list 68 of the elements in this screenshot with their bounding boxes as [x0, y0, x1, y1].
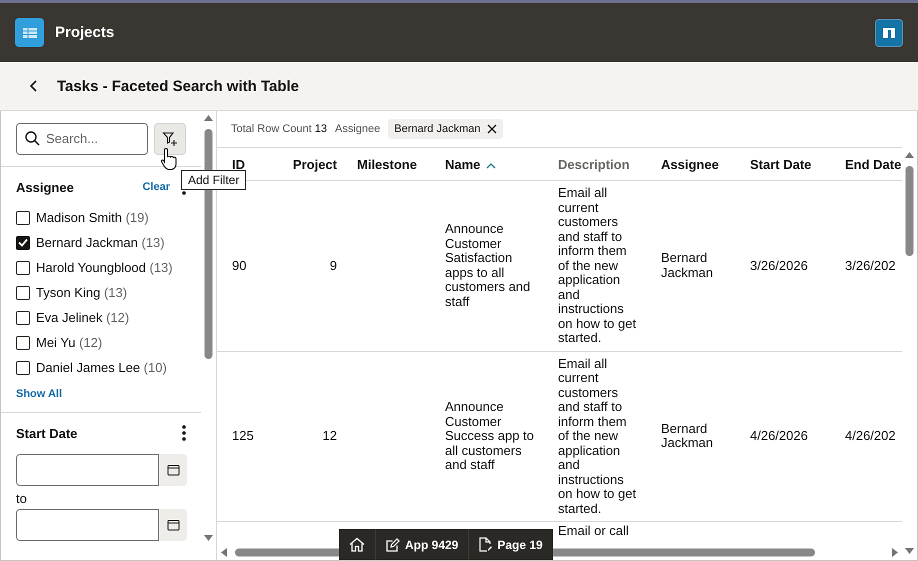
chevron-left-icon[interactable]: [29, 80, 39, 92]
facet-option-label[interactable]: Bernard Jackman (13): [36, 235, 165, 250]
app-logo-icon[interactable]: [15, 18, 44, 47]
checkbox[interactable]: [16, 286, 30, 300]
facet-option-label[interactable]: Madison Smith (19): [36, 210, 149, 225]
calendar-icon[interactable]: [166, 519, 180, 531]
page-edit-icon[interactable]: [479, 537, 492, 552]
column-header[interactable]: Assignee: [651, 148, 740, 180]
table-cell: 4/26/2026: [750, 428, 808, 443]
calendar-icon[interactable]: [166, 464, 180, 476]
column-header[interactable]: Milestone: [347, 148, 435, 180]
show-all-link[interactable]: Show All: [16, 388, 62, 400]
more-actions-icon[interactable]: [182, 425, 186, 441]
search-field[interactable]: Search...: [16, 122, 148, 154]
column-header[interactable]: Project: [275, 148, 347, 180]
home-icon[interactable]: [349, 537, 365, 552]
table-cell: 90: [232, 258, 246, 272]
clear-link[interactable]: Clear: [142, 181, 170, 193]
facet-title: Start Date: [16, 426, 78, 440]
pencil-square-icon[interactable]: [386, 538, 400, 552]
developer-toolbar-button[interactable]: App 9429: [376, 529, 470, 560]
checkbox[interactable]: [16, 210, 30, 224]
filter-plus-icon[interactable]: [162, 130, 178, 146]
table-cell: Announce Customer Satisfaction apps to all customers and staff: [445, 221, 530, 309]
page-title: Tasks - Faceted Search with Table: [57, 78, 300, 94]
date-input-field[interactable]: [16, 454, 159, 486]
filter-chip[interactable]: Bernard Jackman: [388, 119, 502, 139]
facet-option-label[interactable]: Tyson King (13): [36, 285, 128, 300]
calendar-button[interactable]: [159, 509, 187, 541]
add-filter-button[interactable]: [154, 122, 186, 154]
table-cell: 3/26/2026: [750, 258, 808, 272]
checkbox[interactable]: [16, 236, 30, 250]
table-cell: Bernard Jackman: [661, 420, 714, 450]
table-cell: Bernard Jackman: [661, 250, 714, 280]
column-header[interactable]: Start Date: [740, 148, 835, 180]
checkbox[interactable]: [16, 336, 30, 350]
table-cell: Email all current customers and staff to inform them of the new application and instructions on how to get started.: [558, 356, 636, 516]
table-cell: 9: [330, 258, 337, 272]
hand-cursor-icon: [160, 147, 179, 171]
table-cell: 12: [322, 428, 337, 443]
developer-toolbar-button[interactable]: Page 19: [469, 529, 553, 560]
tooltip: Add Filter: [181, 170, 246, 190]
range-separator-label: to: [16, 491, 28, 506]
date-input-field[interactable]: [16, 509, 159, 541]
table-cell: Email or call: [558, 523, 629, 538]
checkbox[interactable]: [16, 360, 30, 374]
sort-ascending-icon[interactable]: [486, 162, 496, 168]
table-cell: Announce Customer Success app to all customers and staff: [445, 399, 534, 472]
checkbox[interactable]: [16, 310, 30, 324]
column-header[interactable]: Name: [435, 148, 548, 180]
facet-option-label[interactable]: Mei Yu (12): [36, 335, 102, 350]
table-cell: 125: [232, 428, 254, 443]
facet-option-label[interactable]: Harold Youngblood (13): [36, 260, 173, 275]
calendar-button[interactable]: [159, 454, 187, 486]
total-row-count: Total Row Count 13: [231, 123, 328, 135]
table-cell: 3/26/202: [845, 258, 896, 272]
close-icon[interactable]: [486, 124, 496, 134]
table-cell: 4/26/202: [845, 428, 896, 443]
app-menu-icon[interactable]: [875, 18, 903, 46]
column-header[interactable]: End Date: [835, 148, 902, 180]
table-cell: Email all current customers and staff to inform them of the new application and instructions on how to get started.: [558, 185, 636, 345]
search-icon: [25, 130, 40, 146]
facet-title: Assignee: [16, 180, 75, 194]
facet-option-label[interactable]: Eva Jelinek (12): [36, 310, 130, 325]
column-header: Description: [548, 148, 651, 180]
checkbox[interactable]: [16, 260, 30, 274]
facet-option-label[interactable]: Daniel James Lee (10): [36, 360, 167, 375]
filter-label: Assignee: [335, 123, 380, 135]
